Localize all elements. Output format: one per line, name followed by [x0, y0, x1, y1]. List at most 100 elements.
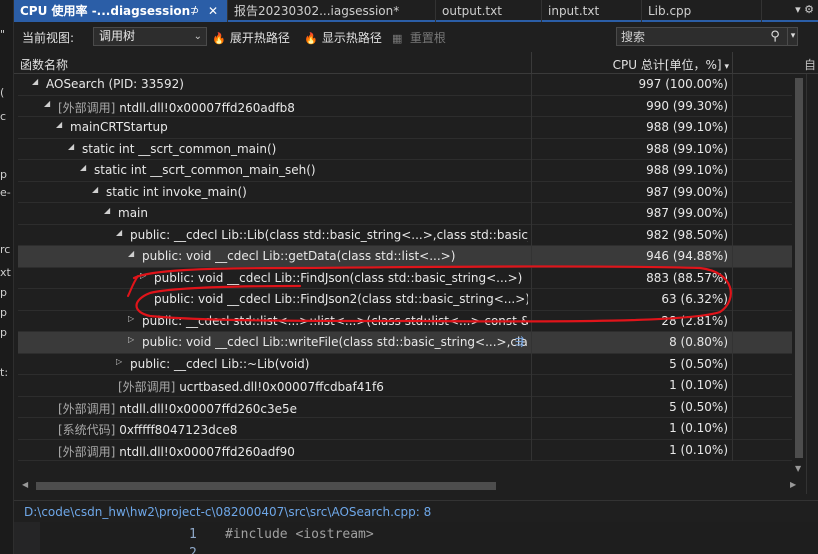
function-name-cell: [系统代码] 0xfffff8047123dce8: [58, 421, 528, 438]
close-icon[interactable]: ✕: [208, 0, 218, 22]
tab-report[interactable]: 报告20230302...iagsession*: [228, 0, 436, 22]
search-icon[interactable]: ⚲: [765, 28, 785, 45]
cpu-total-cell: 1 (0.10%): [669, 378, 728, 392]
vertical-scroll-thumb[interactable]: [795, 78, 803, 458]
expand-arrow-icon[interactable]: ▷: [128, 314, 138, 323]
horizontal-scrollbar[interactable]: ◀ ▶: [14, 478, 806, 492]
scroll-right-arrow-icon[interactable]: ▶: [790, 480, 796, 489]
pin-icon[interactable]: ⊅: [190, 0, 199, 22]
table-row[interactable]: ▷ public: __cdecl std::list<...>::list<..…: [18, 310, 792, 332]
tab-input-txt[interactable]: input.txt: [542, 0, 642, 22]
tab-output-txt[interactable]: output.txt: [436, 0, 542, 22]
current-view-select[interactable]: 调用树 ⌄: [93, 27, 207, 46]
table-row[interactable]: ▷ public: __cdecl Lib::~Lib(void) 5 (0.50%…: [18, 353, 792, 375]
table-row[interactable]: ◢ static int invoke_main() 987 (99.00%): [18, 181, 792, 203]
table-row[interactable]: ◢ main 987 (99.00%): [18, 203, 792, 225]
function-name-cell: [外部调用] ntdll.dll!0x00007ffd260adfb8: [58, 99, 528, 116]
reset-root-button[interactable]: ▦ 重置根: [392, 29, 446, 46]
table-row[interactable]: [系统代码] 0xfffff8047123dce8 1 (0.10%): [18, 418, 792, 440]
tab-label: input.txt: [548, 4, 600, 18]
expand-arrow-icon[interactable]: ▷: [140, 271, 150, 280]
cell-divider: [732, 203, 733, 225]
collapse-arrow-icon[interactable]: ◢: [32, 77, 42, 86]
cpu-total-cell: 5 (0.50%): [669, 356, 728, 371]
table-row[interactable]: ▷ public: void __cdecl Lib::writeFile(cla…: [18, 332, 792, 354]
collapse-arrow-icon[interactable]: ◢: [104, 206, 114, 215]
cpu-total-cell: 63 (6.32%): [661, 292, 728, 306]
cell-divider: [732, 375, 733, 397]
function-name-text: mainCRTStartup: [70, 120, 168, 134]
function-name-text: ucrtbased.dll!0x00007ffcdbaf41f6: [179, 380, 384, 394]
column-divider[interactable]: [732, 52, 733, 74]
column-header-function-name[interactable]: 函数名称: [20, 56, 68, 73]
table-row[interactable]: [外部调用] ntdll.dll!0x00007ffd260c3e5e 5 (0.…: [18, 396, 792, 418]
tab-lib-cpp[interactable]: Lib.cpp: [642, 0, 762, 22]
collapse-arrow-icon[interactable]: ◢: [92, 185, 102, 194]
table-row[interactable]: [外部调用] ntdll.dll!0x00007ffd260adf90 1 (0.…: [18, 439, 792, 461]
column-header-self[interactable]: 自: [804, 56, 816, 73]
grid-header: 函数名称 CPU 总计[单位，%] ▾ 自: [14, 52, 818, 74]
call-type-prefix: [外部调用]: [118, 380, 180, 394]
search-input[interactable]: [617, 28, 762, 45]
table-row[interactable]: public: void __cdecl Lib::FindJson2(clas…: [18, 289, 792, 311]
expand-arrow-icon[interactable]: ▷: [116, 357, 126, 366]
scroll-down-arrow-icon[interactable]: ▼: [795, 464, 801, 473]
function-name-text: ntdll.dll!0x00007ffd260c3e5e: [119, 401, 298, 416]
collapse-arrow-icon[interactable]: ◢: [80, 163, 90, 172]
table-row[interactable]: ◢ static int __scrt_common_main_seh() 988 …: [18, 160, 792, 182]
expand-hot-path-button[interactable]: 🔥 展开热路径: [212, 29, 290, 46]
collapse-arrow-icon[interactable]: ◢: [68, 142, 78, 151]
cpu-total-cell: 988 (99.10%): [646, 120, 728, 134]
cell-divider: [732, 246, 733, 268]
search-options-dropdown[interactable]: ▾: [787, 28, 798, 45]
flame-icon: 🔥: [304, 32, 318, 45]
source-code-preview: 1 #include <iostream> 2: [14, 522, 818, 554]
cpu-total-cell: 982 (98.50%): [646, 227, 728, 242]
collapse-arrow-icon[interactable]: ◢: [44, 99, 54, 108]
hot-path-icon: ⇶: [515, 335, 525, 348]
function-name-text: public: void __cdecl Lib::FindJson2(clas…: [154, 292, 528, 306]
show-hot-path-button[interactable]: 🔥 显示热路径: [304, 29, 382, 46]
source-path-bar: D:\code\csdn_hw\hw2\project-c\082000407\…: [14, 500, 818, 522]
table-row[interactable]: ◢ public: __cdecl Lib::Lib(class std::bas…: [18, 224, 792, 246]
search-box: ⚲ ▾: [616, 27, 798, 46]
tab-label: Lib.cpp: [648, 4, 692, 18]
expand-arrow-icon[interactable]: ▷: [128, 335, 138, 344]
function-name-text: public: __cdecl Lib::Lib(class std::basi…: [130, 227, 528, 242]
function-name-text: public: __cdecl std::list<...>::list<...…: [142, 313, 528, 328]
column-header-cpu-total[interactable]: CPU 总计[单位，%] ▾: [534, 56, 729, 73]
collapse-arrow-icon[interactable]: ◢: [128, 249, 138, 258]
table-row[interactable]: ◢ AOSearch (PID: 33592) 997 (100.00%): [18, 74, 792, 96]
function-name-cell: static int __scrt_common_main_seh(): [94, 163, 528, 177]
collapse-arrow-icon[interactable]: ◢: [56, 120, 66, 129]
table-row[interactable]: ◢ mainCRTStartup 988 (99.10%): [18, 117, 792, 139]
vertical-scrollbar[interactable]: ▼: [792, 74, 806, 478]
function-name-cell: [外部调用] ntdll.dll!0x00007ffd260c3e5e: [58, 400, 528, 417]
cell-divider: [732, 95, 733, 117]
code-line[interactable]: #include <iostream>: [225, 527, 374, 542]
table-row[interactable]: ◢ public: void __cdecl Lib::getData(class…: [18, 246, 792, 268]
tab-label: CPU 使用率 -...diagsession: [20, 4, 191, 18]
left-strip-glyph: p: [0, 168, 7, 181]
tab-cpu-usage[interactable]: CPU 使用率 -...diagsession ⊅ ✕: [14, 0, 228, 22]
function-name-text: static int __scrt_common_main_seh(): [94, 163, 316, 177]
tab-label: 报告20230302...iagsession*: [234, 4, 400, 18]
toolbar: 当前视图: 调用树 ⌄ 🔥 展开热路径 🔥 显示热路径 ▦ 重置根 ⚲ ▾: [14, 24, 818, 50]
table-row[interactable]: ◢ static int __scrt_common_main() 988 (99.…: [18, 138, 792, 160]
function-name-text: static int __scrt_common_main(): [82, 141, 277, 156]
table-row[interactable]: [外部调用] ucrtbased.dll!0x00007ffcdbaf41f6 1…: [18, 375, 792, 397]
function-name-cell: public: void __cdecl Lib::FindJson(class…: [154, 271, 528, 285]
cpu-total-cell: 987 (99.00%): [646, 206, 728, 220]
tab-overflow-settings-icon[interactable]: ▾ ⚙: [795, 0, 814, 20]
cpu-total-cell: 5 (0.50%): [669, 399, 728, 414]
source-file-path[interactable]: D:\code\csdn_hw\hw2\project-c\082000407\…: [24, 505, 431, 519]
table-row[interactable]: ◢ [外部调用] ntdll.dll!0x00007ffd260adfb8 990 …: [18, 95, 792, 117]
scroll-left-arrow-icon[interactable]: ◀: [22, 480, 28, 489]
collapse-arrow-icon[interactable]: ◢: [116, 228, 126, 237]
table-row[interactable]: ▷ public: void __cdecl Lib::FindJson(clas…: [18, 267, 792, 289]
cpu-total-label: CPU 总计[单位，%]: [612, 58, 722, 72]
cell-divider: [732, 74, 733, 96]
column-divider[interactable]: [531, 52, 532, 74]
cpu-total-cell: 1 (0.10%): [669, 421, 728, 435]
horizontal-scroll-thumb[interactable]: [36, 482, 496, 490]
